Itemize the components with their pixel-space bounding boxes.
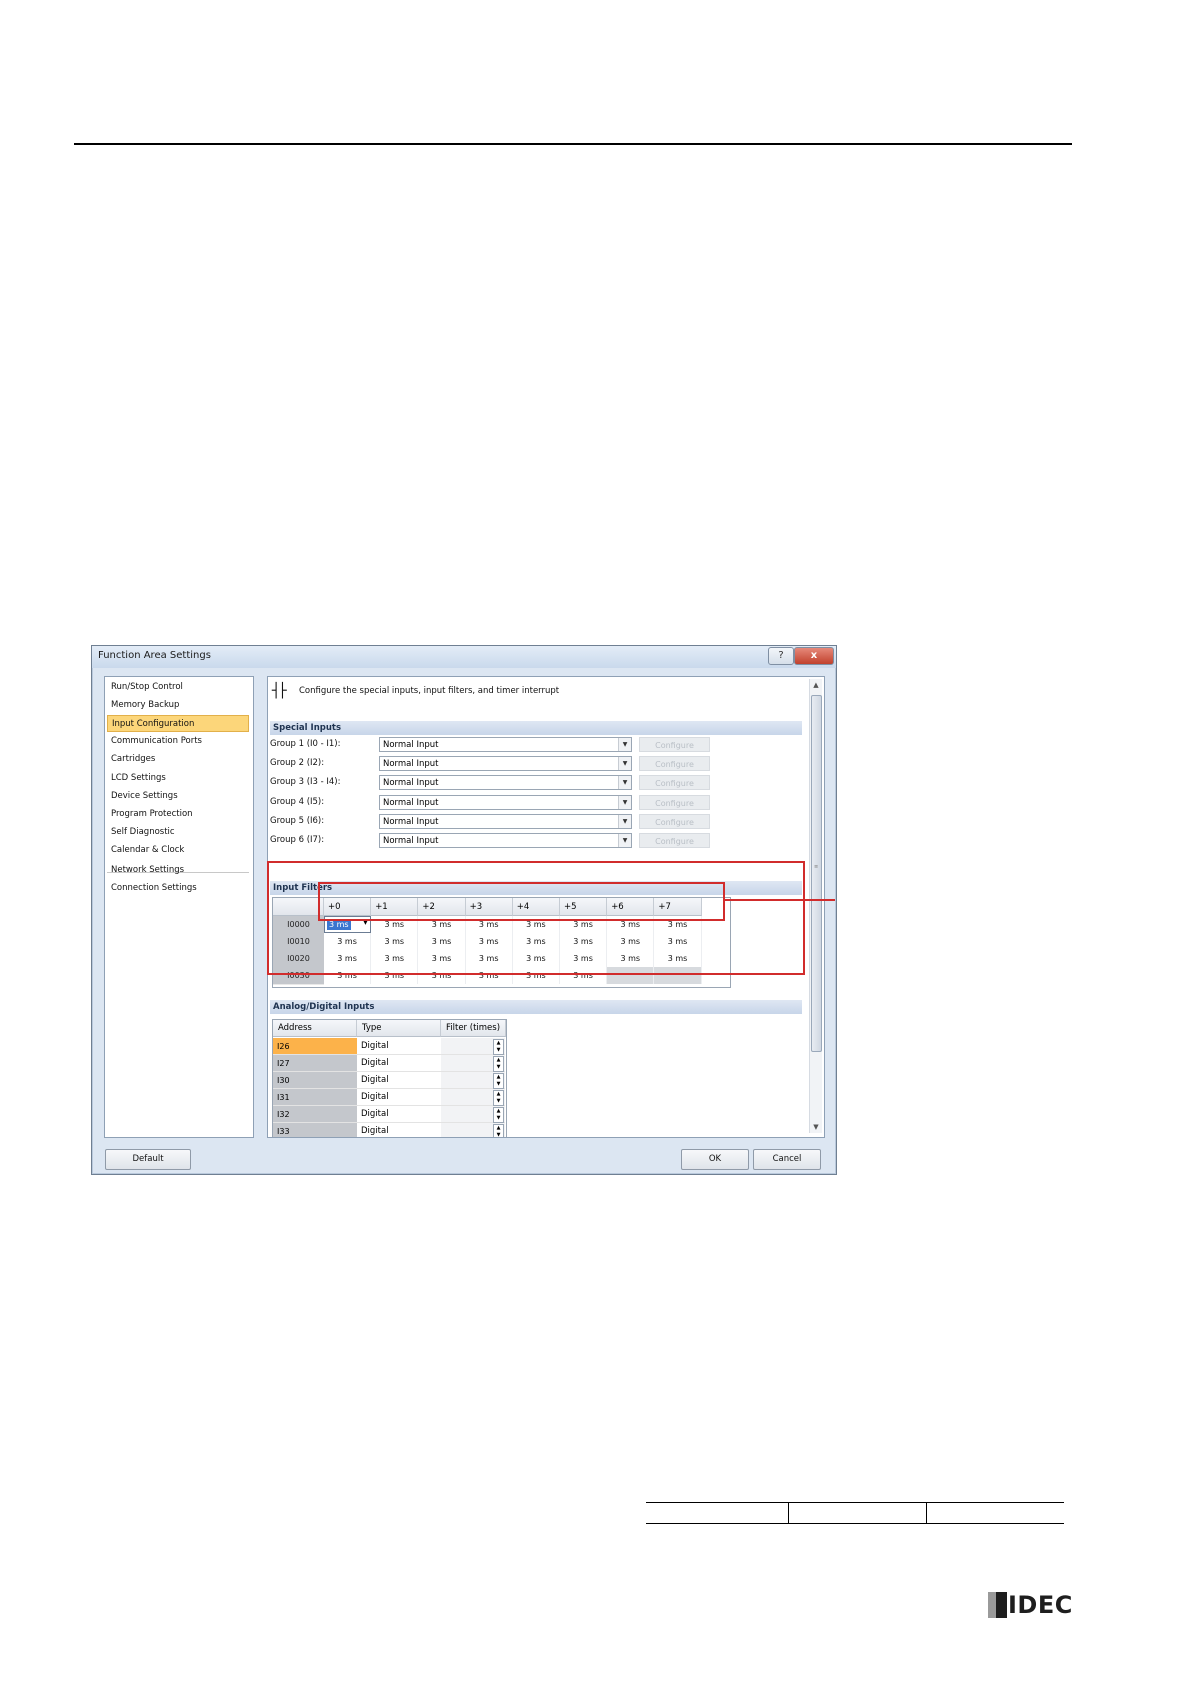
chevron-down-icon[interactable]: ▼ bbox=[618, 738, 631, 751]
group-mode-select[interactable]: Normal Input ▼ bbox=[379, 775, 632, 791]
special-inputs-heading: Special Inputs bbox=[270, 721, 802, 735]
table-divider bbox=[788, 1502, 789, 1524]
type-cell[interactable]: Digital bbox=[357, 1055, 441, 1072]
group-mode-value: Normal Input bbox=[383, 836, 439, 846]
filter-times-stepper[interactable]: ▲ ▼ bbox=[441, 1055, 505, 1072]
address-cell[interactable]: I27 bbox=[273, 1055, 357, 1072]
type-cell[interactable]: Digital bbox=[357, 1089, 441, 1106]
default-button[interactable]: Default bbox=[105, 1149, 191, 1170]
help-button[interactable]: ? bbox=[768, 647, 794, 665]
spin-arrows-icon[interactable]: ▲ ▼ bbox=[493, 1073, 504, 1089]
chevron-down-icon[interactable]: ▼ bbox=[618, 776, 631, 790]
spin-arrows-icon[interactable]: ▲ ▼ bbox=[493, 1056, 504, 1072]
type-cell[interactable]: Digital bbox=[357, 1123, 441, 1137]
group-label: Group 2 (I2): bbox=[270, 758, 325, 769]
group-mode-value: Normal Input bbox=[383, 759, 439, 770]
filter-times-stepper[interactable]: ▲ ▼ bbox=[441, 1038, 505, 1055]
table-rule-bottom bbox=[646, 1523, 1064, 1524]
nav-item[interactable]: Connection Settings bbox=[107, 880, 249, 897]
contact-icon: ┤├ bbox=[272, 683, 287, 699]
chevron-down-icon[interactable]: ▼ bbox=[618, 834, 631, 847]
idec-logo: IDEC bbox=[988, 1590, 1074, 1620]
analog-digital-table: Address Type Filter (times) I26 Digital ▲ ▼ I27… bbox=[272, 1019, 507, 1137]
spin-arrows-icon[interactable]: ▲ ▼ bbox=[493, 1107, 504, 1123]
group-label: Group 5 (I6): bbox=[270, 815, 325, 826]
group-mode-value: Normal Input bbox=[383, 740, 439, 750]
configure-button: Configure bbox=[639, 794, 710, 810]
type-cell[interactable]: Digital bbox=[357, 1106, 441, 1123]
callout-leader-line bbox=[725, 899, 835, 901]
filter-times-stepper[interactable]: ▲ ▼ bbox=[441, 1123, 505, 1137]
spin-arrows-icon[interactable]: ▲ ▼ bbox=[493, 1090, 504, 1106]
group-label: Group 6 (I7): bbox=[270, 835, 325, 845]
type-cell[interactable]: Digital bbox=[357, 1038, 441, 1055]
address-cell[interactable]: I33 bbox=[273, 1123, 357, 1137]
scroll-down-arrow-icon[interactable]: ▼ bbox=[810, 1121, 822, 1133]
spin-arrows-icon[interactable]: ▲ ▼ bbox=[493, 1124, 504, 1137]
group-mode-select[interactable]: Normal Input ▼ bbox=[379, 794, 632, 810]
group-mode-value: Normal Input bbox=[383, 778, 439, 789]
nav-item[interactable]: Device Settings bbox=[107, 788, 249, 805]
chevron-down-icon[interactable]: ▼ bbox=[618, 814, 631, 828]
address-cell[interactable]: I26 bbox=[273, 1038, 357, 1055]
nav-item[interactable]: LCD Settings bbox=[107, 770, 249, 787]
logo-mark-dark bbox=[996, 1592, 1007, 1618]
group-mode-select[interactable]: Normal Input ▼ bbox=[379, 756, 632, 772]
table-divider bbox=[926, 1502, 927, 1524]
settings-nav: Run/Stop Control Memory Backup Input Confi… bbox=[104, 676, 254, 1138]
nav-item[interactable]: Input Configuration bbox=[107, 715, 249, 733]
scroll-grip-icon: ≡ bbox=[814, 864, 819, 870]
panel-scrollbar[interactable]: ▲ ≡ ▼ bbox=[809, 679, 822, 1133]
chevron-down-icon[interactable]: ▼ bbox=[618, 795, 631, 809]
column-header: Filter (times) bbox=[441, 1020, 506, 1037]
table-rule-top bbox=[646, 1502, 1064, 1503]
filter-times-stepper[interactable]: ▲ ▼ bbox=[441, 1072, 505, 1089]
configure-button: Configure bbox=[639, 737, 710, 752]
chevron-down-icon[interactable]: ▼ bbox=[618, 757, 631, 771]
analog-digital-inputs-heading: Analog/Digital Inputs bbox=[270, 1000, 802, 1014]
ok-button[interactable]: OK bbox=[681, 1149, 749, 1170]
nav-item[interactable]: Cartridges bbox=[107, 751, 249, 768]
group-label: Group 4 (I5): bbox=[270, 796, 325, 807]
group-mode-value: Normal Input bbox=[383, 816, 439, 827]
address-cell[interactable]: I30 bbox=[273, 1072, 357, 1089]
cancel-button[interactable]: Cancel bbox=[753, 1149, 821, 1170]
group-mode-select[interactable]: Normal Input ▼ bbox=[379, 813, 632, 829]
scroll-thumb[interactable]: ≡ bbox=[811, 695, 822, 1052]
nav-item[interactable]: Network Settings bbox=[107, 862, 249, 879]
group-mode-value: Normal Input bbox=[383, 797, 439, 808]
header-rule bbox=[74, 143, 1072, 145]
filter-times-stepper[interactable]: ▲ ▼ bbox=[441, 1106, 505, 1123]
dialog-titlebar: Function Area Settings ? x bbox=[92, 646, 836, 668]
configure-button: Configure bbox=[639, 813, 710, 829]
address-cell[interactable]: I31 bbox=[273, 1089, 357, 1106]
group-mode-select[interactable]: Normal Input ▼ bbox=[379, 737, 632, 752]
group-label: Group 1 (I0 - I1): bbox=[270, 739, 341, 749]
group-label: Group 3 (I3 - I4): bbox=[270, 777, 341, 788]
spin-arrows-icon[interactable]: ▲ ▼ bbox=[493, 1039, 504, 1055]
column-header: Address bbox=[273, 1020, 357, 1037]
column-header: Type bbox=[357, 1020, 441, 1037]
type-cell[interactable]: Digital bbox=[357, 1072, 441, 1089]
nav-item[interactable]: Calendar & Clock bbox=[107, 842, 249, 859]
logo-text: IDEC bbox=[1008, 1591, 1073, 1619]
nav-item[interactable]: Communication Ports bbox=[107, 733, 249, 750]
scroll-up-arrow-icon[interactable]: ▲ bbox=[810, 679, 822, 691]
group-mode-select[interactable]: Normal Input ▼ bbox=[379, 833, 632, 848]
nav-item[interactable]: Self Diagnostic bbox=[107, 824, 249, 841]
filter-times-stepper[interactable]: ▲ ▼ bbox=[441, 1089, 505, 1106]
nav-item[interactable]: Program Protection bbox=[107, 806, 249, 823]
configure-button: Configure bbox=[639, 833, 710, 848]
panel-header-text: Configure the special inputs, input filt… bbox=[299, 686, 560, 696]
logo-mark-light bbox=[988, 1592, 996, 1618]
configure-button: Configure bbox=[639, 756, 710, 772]
first-row-highlight-box bbox=[318, 882, 725, 921]
dialog-title: Function Area Settings bbox=[98, 650, 211, 661]
nav-item[interactable]: Run/Stop Control bbox=[107, 679, 249, 696]
close-button[interactable]: x bbox=[794, 647, 834, 665]
configure-button: Configure bbox=[639, 775, 710, 791]
nav-item[interactable]: Memory Backup bbox=[107, 697, 249, 714]
address-cell[interactable]: I32 bbox=[273, 1106, 357, 1123]
